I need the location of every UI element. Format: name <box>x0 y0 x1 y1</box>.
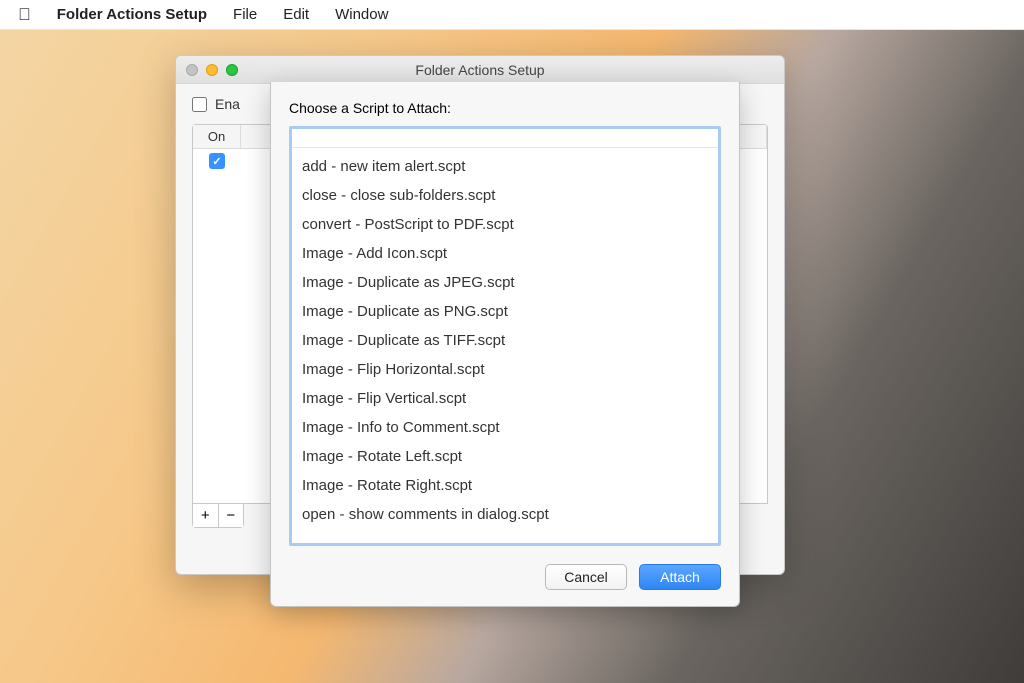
list-item[interactable]: convert - PostScript to PDF.scpt <box>292 210 718 239</box>
window-title: Folder Actions Setup <box>415 62 544 78</box>
traffic-lights <box>186 64 238 76</box>
list-item[interactable]: Image - Rotate Left.scpt <box>292 442 718 471</box>
list-item[interactable]: Image - Rotate Right.scpt <box>292 471 718 500</box>
list-item[interactable]: close - close sub-folders.scpt <box>292 181 718 210</box>
list-item[interactable]: Image - Flip Vertical.scpt <box>292 384 718 413</box>
cancel-button[interactable]: Cancel <box>545 564 627 590</box>
list-item[interactable]: Image - Flip Horizontal.scpt <box>292 355 718 384</box>
list-item[interactable]: Image - Info to Comment.scpt <box>292 413 718 442</box>
list-item[interactable]: Image - Duplicate as JPEG.scpt <box>292 268 718 297</box>
list-item[interactable]: Image - Duplicate as PNG.scpt <box>292 297 718 326</box>
script-items: add - new item alert.scptclose - close s… <box>292 148 718 533</box>
list-item[interactable]: Image - Add Icon.scpt <box>292 239 718 268</box>
menubar[interactable]:  Folder Actions Setup File Edit Window <box>0 0 1024 30</box>
list-item[interactable]: add - new item alert.scpt <box>292 152 718 181</box>
list-item[interactable]: open - show comments in dialog.scpt <box>292 500 718 529</box>
menu-file[interactable]: File <box>233 6 257 23</box>
add-remove-bar: + − <box>192 504 244 528</box>
menu-edit[interactable]: Edit <box>283 6 309 23</box>
row-on-checkbox-checked[interactable]: ✓ <box>209 153 225 169</box>
row-on-cell: ✓ <box>193 153 241 169</box>
script-listbox[interactable]: add - new item alert.scptclose - close s… <box>289 126 721 546</box>
sheet-title: Choose a Script to Attach: <box>289 100 721 116</box>
close-icon[interactable] <box>186 64 198 76</box>
minimize-icon[interactable] <box>206 64 218 76</box>
column-on-header[interactable]: On <box>193 125 241 148</box>
attach-button[interactable]: Attach <box>639 564 721 590</box>
sheet-button-row: Cancel Attach <box>289 564 721 590</box>
add-button[interactable]: + <box>193 504 218 527</box>
attach-script-sheet: Choose a Script to Attach: add - new ite… <box>270 82 740 607</box>
apple-icon[interactable]:  <box>18 6 31 23</box>
maximize-icon[interactable] <box>226 64 238 76</box>
enable-folder-actions-label: Ena <box>215 96 240 112</box>
enable-folder-actions-checkbox[interactable] <box>192 97 207 112</box>
list-item[interactable]: Image - Duplicate as TIFF.scpt <box>292 326 718 355</box>
menu-app-name[interactable]: Folder Actions Setup <box>57 6 207 23</box>
window-titlebar[interactable]: Folder Actions Setup <box>176 56 784 84</box>
remove-button[interactable]: − <box>218 504 244 527</box>
menu-window[interactable]: Window <box>335 6 388 23</box>
